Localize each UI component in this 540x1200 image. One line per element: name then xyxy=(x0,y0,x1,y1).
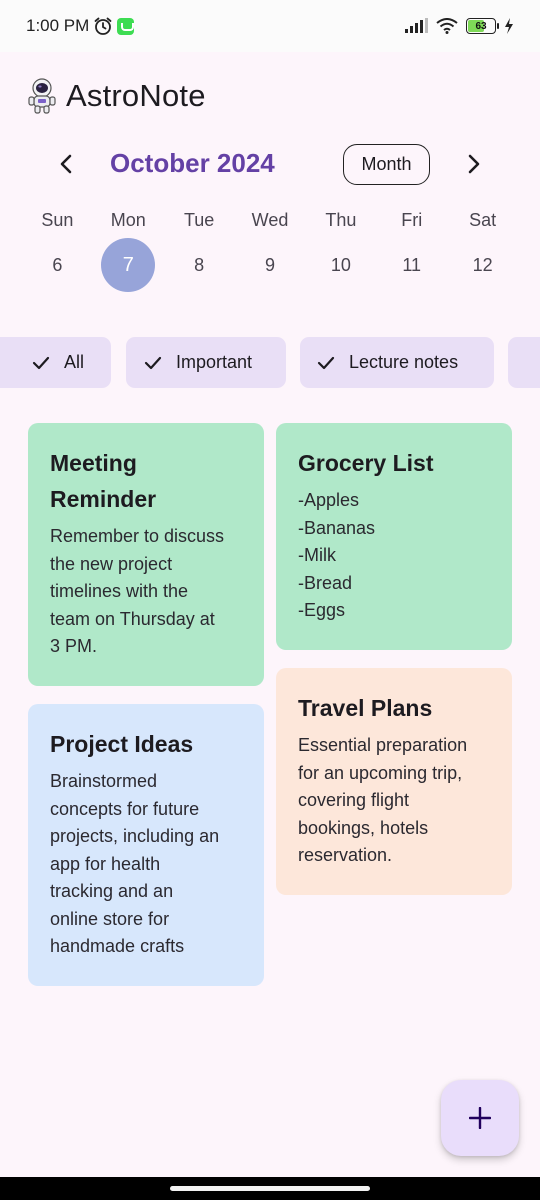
note-title: Project Ideas xyxy=(50,731,194,757)
filter-chip-row: All Important Lecture notes xyxy=(0,337,540,388)
plus-icon xyxy=(469,1107,491,1129)
filter-chip-more[interactable] xyxy=(508,337,540,388)
month-navigation: October 2024 Month xyxy=(0,140,540,188)
day-number: 12 xyxy=(472,254,493,275)
status-bar: 1:00 PM 63 xyxy=(0,0,540,52)
wifi-icon xyxy=(436,18,458,34)
day-number: 6 xyxy=(52,254,63,275)
note-card-travel-plans[interactable]: Travel Plans Essential preparation for a… xyxy=(276,668,512,895)
status-time: 1:00 PM xyxy=(26,16,90,35)
day-fri[interactable]: Fri 11 xyxy=(376,210,447,292)
status-right: 63 xyxy=(404,18,514,34)
note-body: Remember to discuss the new project time… xyxy=(50,526,225,656)
note-title: Meeting Reminder xyxy=(50,450,157,512)
note-card-project-ideas[interactable]: Project Ideas Brainstormed concepts for … xyxy=(28,704,264,986)
day-mon[interactable]: Mon 7 xyxy=(93,210,164,292)
note-title: Grocery List xyxy=(298,450,434,476)
day-name: Fri xyxy=(401,210,423,230)
day-number: 8 xyxy=(194,254,205,275)
app-title: AstroNote xyxy=(66,78,206,113)
day-tue[interactable]: Tue 8 xyxy=(164,210,235,292)
chevron-right-icon xyxy=(468,154,480,174)
day-name: Tue xyxy=(183,210,215,230)
filter-chip-all[interactable]: All xyxy=(0,337,111,388)
chip-label: Important xyxy=(176,352,253,372)
note-card-grocery-list[interactable]: Grocery List -Apples -Bananas -Milk -Bre… xyxy=(276,423,512,650)
status-left: 1:00 PM xyxy=(26,16,135,36)
alarm-icon xyxy=(94,17,112,35)
week-row: Sun 6 Mon 7 Tue 8 Wed 9 Thu 10 Fri 11 Sa… xyxy=(22,210,518,292)
notification-app-icon xyxy=(117,17,135,35)
filter-chip-important[interactable]: Important xyxy=(126,337,286,388)
day-thu[interactable]: Thu 10 xyxy=(305,210,376,292)
app-header: AstroNote xyxy=(28,78,206,114)
chip-label: Lecture notes xyxy=(349,352,459,372)
charging-icon xyxy=(505,18,513,34)
chip-label: All xyxy=(64,352,85,372)
note-title: Travel Plans xyxy=(298,695,433,721)
day-sat[interactable]: Sat 12 xyxy=(447,210,518,292)
add-note-button[interactable] xyxy=(441,1080,519,1156)
next-month-button[interactable] xyxy=(456,146,492,182)
day-name: Mon xyxy=(110,210,146,230)
day-number: 9 xyxy=(264,254,275,275)
note-body: Brainstormed concepts for future project… xyxy=(50,771,220,956)
check-icon xyxy=(144,356,162,369)
day-wed[interactable]: Wed 9 xyxy=(235,210,306,292)
chevron-left-icon xyxy=(60,154,72,174)
check-icon xyxy=(317,356,335,369)
day-sun[interactable]: Sun 6 xyxy=(22,210,93,292)
astronaut-icon xyxy=(28,78,56,114)
signal-icon xyxy=(405,18,428,33)
note-body: Essential preparation for an upcoming tr… xyxy=(298,735,468,865)
selected-day-number: 7 xyxy=(101,238,156,292)
month-title: October 2024 xyxy=(110,148,275,178)
day-number: 10 xyxy=(330,254,351,275)
previous-month-button[interactable] xyxy=(48,146,84,182)
battery-icon: 63 xyxy=(466,18,499,34)
day-name: Sun xyxy=(41,210,74,230)
check-icon xyxy=(32,356,50,369)
day-name: Sat xyxy=(469,210,497,230)
screen: 1:00 PM 63 AstroNote October 2024 Month … xyxy=(0,0,540,1200)
system-navigation-bar xyxy=(0,1177,540,1200)
note-body: -Apples -Bananas -Milk -Bread -Eggs xyxy=(298,490,376,620)
home-gesture-handle[interactable] xyxy=(170,1186,370,1191)
battery-level: 63 xyxy=(475,20,487,32)
view-mode-button[interactable]: Month xyxy=(343,144,430,185)
filter-chip-lecture-notes[interactable]: Lecture notes xyxy=(300,337,494,388)
day-name: Thu xyxy=(325,210,357,230)
day-number: 11 xyxy=(402,254,422,275)
note-card-meeting-reminder[interactable]: Meeting Reminder Remember to discuss the… xyxy=(28,423,264,686)
day-name: Wed xyxy=(251,210,289,230)
